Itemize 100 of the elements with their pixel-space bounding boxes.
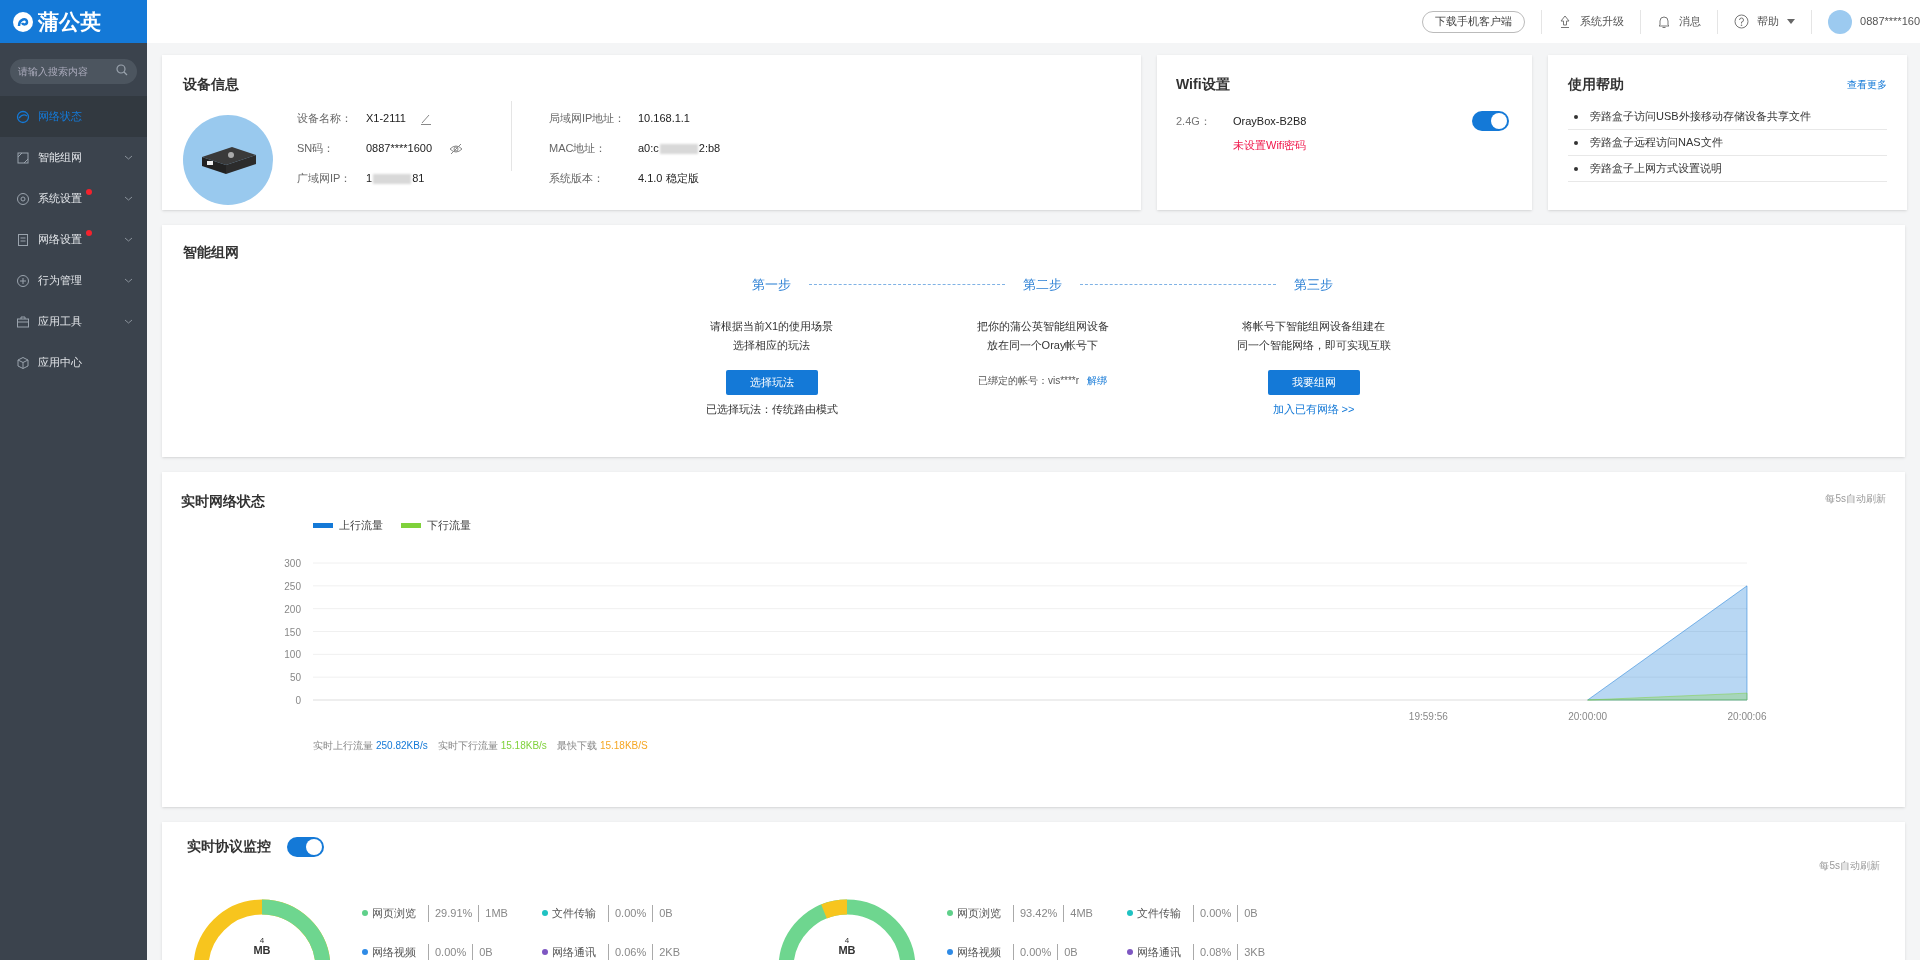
wifi-name: OrayBox-B2B8	[1233, 113, 1307, 129]
eye-slash-icon[interactable]	[449, 142, 464, 155]
axis-tick-label: 100	[284, 648, 301, 660]
help-link[interactable]: 旁路盒子远程访问NAS文件	[1590, 134, 1723, 151]
chevron-down-icon[interactable]	[124, 155, 133, 160]
toggle-switch[interactable]	[287, 836, 324, 857]
card-title: 实时协议监控	[187, 837, 271, 856]
toggle-switch[interactable]	[1472, 111, 1509, 131]
globe-icon	[16, 109, 30, 124]
gear-icon	[16, 191, 30, 206]
axis-tick-label: 50	[289, 671, 301, 683]
sidebar-item[interactable]: 应用工具	[0, 301, 147, 342]
view-more-link[interactable]: 查看更多	[1847, 77, 1887, 92]
field-label: 局域网IP地址：	[549, 111, 627, 127]
circle-icon	[16, 273, 30, 288]
card-title: Wifi设置	[1176, 75, 1231, 94]
pencil-icon[interactable]	[419, 112, 432, 125]
stat-label: 实时上行流量	[313, 738, 373, 753]
step-button[interactable]: 选择玩法	[725, 369, 818, 395]
field-value: X1-2111	[366, 111, 406, 127]
chevron-down-icon[interactable]	[124, 319, 133, 324]
logo-text: 蒲公英	[38, 8, 101, 35]
join-network-link[interactable]: 加入已有网络 >>	[1272, 400, 1355, 417]
chevron-down-icon[interactable]	[124, 278, 133, 283]
axis-tick-label: 0	[295, 694, 301, 706]
axis-tick-label: 20:00:00	[1568, 710, 1608, 722]
step-title: 第三步	[1293, 276, 1334, 294]
legend-label: 网络视频	[957, 944, 1001, 960]
field-label: 系统版本：	[549, 171, 605, 187]
legend-percent: 0.00%	[608, 905, 647, 922]
toolbox-icon	[16, 314, 30, 329]
caret-icon[interactable]	[1787, 18, 1796, 25]
field-value: 4.1.0 稳定版	[638, 171, 699, 187]
legend-percent: 0.06%	[608, 943, 647, 960]
donut-center-unit: MB	[838, 945, 856, 956]
bell-icon[interactable]	[1657, 14, 1672, 29]
legend-percent: 0.00%	[1193, 905, 1232, 922]
field-value: 10.168.1.1	[638, 111, 690, 127]
step-title: 第一步	[751, 276, 792, 294]
bullet-icon	[1574, 140, 1578, 145]
step-description: 把你的蒲公英智能组网设备 放在同一个Oray帐号下	[976, 318, 1109, 353]
account-name[interactable]: 0887****160	[1860, 13, 1920, 30]
axis-tick-label: 150	[284, 626, 301, 637]
axis-tick-label: 250	[284, 580, 301, 592]
refresh-note: 每5s自动刷新	[1825, 492, 1886, 506]
legend-size: 0B	[1237, 905, 1258, 922]
network-icon	[16, 150, 30, 165]
legend-label: 下行流量	[427, 518, 471, 533]
upgrade-icon[interactable]	[1558, 14, 1573, 29]
step-button[interactable]: 我要组网	[1267, 369, 1360, 395]
field-label: SN码：	[297, 141, 336, 157]
help-menu[interactable]: 帮助	[1757, 13, 1780, 30]
sidebar-item[interactable]: 系统设置	[0, 178, 147, 219]
logo-icon	[12, 10, 34, 33]
sidebar-item[interactable]: 行为管理	[0, 260, 147, 301]
legend-percent: 29.91%	[428, 905, 473, 922]
help-link[interactable]: 旁路盒子访问USB外接移动存储设备共享文件	[1590, 108, 1811, 125]
legend-percent: 93.42%	[1013, 905, 1058, 922]
field-label: 广域网IP：	[297, 171, 353, 187]
legend-percent: 0.00%	[428, 943, 467, 960]
search-field[interactable]: 请输入搜索内容	[10, 59, 137, 84]
stat-label: 实时下行流量	[437, 738, 498, 753]
refresh-note: 每5s自动刷新	[1819, 859, 1880, 873]
legend-label: 网络视频	[372, 944, 416, 960]
selected-mode-note: 已选择玩法：传统路由模式	[705, 401, 838, 417]
axis-tick-label: 19:59:56	[1408, 710, 1448, 722]
band-label: 2.4G：	[1176, 113, 1212, 129]
help-link[interactable]: 旁路盒子上网方式设置说明	[1590, 160, 1722, 177]
legend-percent: 0.00%	[1013, 943, 1052, 960]
step-description: 将帐号下智能组网设备组建在 同一个智能网络，即可实现互联	[1236, 318, 1391, 353]
stat-value: 15.18KB/s	[500, 738, 547, 753]
step-title: 第二步	[1022, 276, 1063, 294]
search-icon[interactable]	[116, 64, 128, 76]
field-value: 1	[366, 171, 373, 187]
bullet-icon	[1574, 114, 1578, 119]
field-value: 81	[412, 171, 425, 187]
field-value: 0887****1600	[366, 141, 433, 157]
messages-link[interactable]: 消息	[1679, 13, 1702, 30]
cube-icon	[16, 355, 30, 370]
donut-center-value: 4	[259, 937, 265, 945]
legend-size: 0B	[1057, 943, 1078, 960]
sidebar-item[interactable]: 应用中心	[0, 342, 147, 383]
axis-tick-label: 20:00:06	[1727, 710, 1767, 722]
sidebar-item[interactable]: 智能组网	[0, 137, 147, 178]
legend-label: 文件传输	[1137, 906, 1181, 921]
unbind-link[interactable]: 解绑	[1087, 372, 1108, 388]
field-label: 设备名称：	[297, 111, 353, 127]
stat-value: 15.18KB/S	[599, 738, 648, 753]
chevron-down-icon[interactable]	[124, 237, 133, 242]
sidebar-item[interactable]: 网络设置	[0, 219, 147, 260]
card-title: 实时网络状态	[181, 492, 265, 511]
redacted-blur	[373, 173, 412, 184]
help-icon[interactable]	[1734, 14, 1750, 29]
chevron-down-icon[interactable]	[124, 196, 133, 201]
bullet-icon	[1574, 166, 1578, 171]
donut-center-unit: MB	[253, 945, 271, 956]
field-value: a0:c	[638, 141, 659, 157]
legend-size: 1MB	[478, 905, 508, 922]
upgrade-link[interactable]: 系统升级	[1580, 13, 1625, 30]
axis-tick-label: 300	[284, 557, 301, 569]
